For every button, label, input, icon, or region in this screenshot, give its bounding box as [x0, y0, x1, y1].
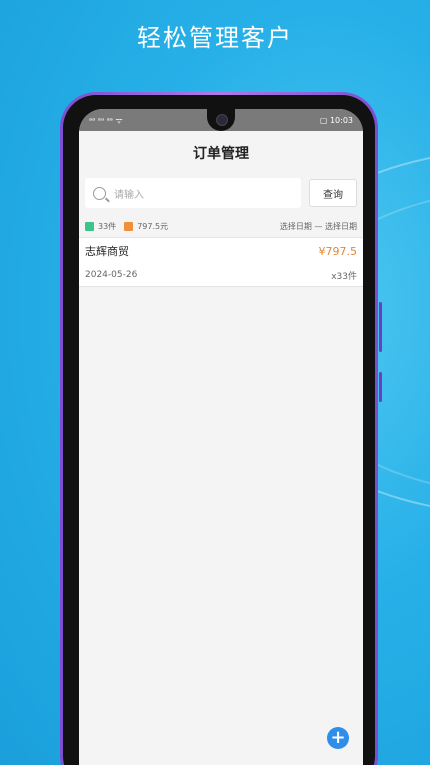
search-row: 请输入 查询: [79, 175, 363, 211]
date-range: 选择日期 — 选择日期: [280, 221, 357, 232]
status-left: ᵃᵃ ᵃᵃ ᵃᵃ ᯤ: [89, 115, 123, 125]
order-quantity: x33件: [331, 271, 357, 282]
amount-icon: [124, 221, 134, 231]
count-icon: [85, 221, 94, 231]
date-start-picker[interactable]: 选择日期: [280, 222, 312, 231]
stats-summary: 33件 797.5元: [85, 221, 168, 232]
phone-frame: ᵃᵃ ᵃᵃ ᵃᵃ ᯤ ▢ 10:03 订单管理 请输入 查询 33件 797.5…: [60, 92, 382, 765]
add-order-button[interactable]: +: [327, 727, 349, 749]
search-icon: [93, 186, 106, 200]
order-customer: 志辉商贸: [85, 245, 129, 258]
query-button[interactable]: 查询: [309, 179, 357, 207]
date-end-picker[interactable]: 选择日期: [325, 222, 357, 231]
phone-bezel: ᵃᵃ ᵃᵃ ᵃᵃ ᯤ ▢ 10:03 订单管理 请输入 查询 33件 797.5…: [63, 95, 375, 765]
date-separator: —: [314, 221, 323, 231]
add-icon: +: [330, 727, 346, 748]
promo-headline: 轻松管理客户: [137, 24, 293, 52]
stats-bar: 33件 797.5元 选择日期 — 选择日期: [79, 215, 363, 238]
order-row[interactable]: 志辉商贸 ¥797.5 2024-05-26 x33件: [79, 238, 363, 287]
search-input[interactable]: 请输入: [85, 178, 301, 208]
system-nav-bar: [79, 759, 363, 765]
stats-amount: 797.5元: [137, 221, 169, 231]
power-button: [379, 372, 382, 402]
camera-icon: [216, 114, 228, 126]
order-date: 2024-05-26: [85, 270, 138, 280]
page-title: 订单管理: [79, 131, 363, 175]
status-right: ▢ 10:03: [319, 115, 353, 125]
search-placeholder: 请输入: [114, 189, 144, 201]
volume-button: [379, 302, 382, 352]
app-screen: ᵃᵃ ᵃᵃ ᵃᵃ ᯤ ▢ 10:03 订单管理 请输入 查询 33件 797.5…: [79, 109, 363, 765]
order-price: ¥797.5: [318, 244, 358, 258]
promo-background: 轻松管理客户 ᵃᵃ ᵃᵃ ᵃᵃ ᯤ ▢ 10:03 订单管理 请输入 查询 33…: [0, 0, 430, 765]
stats-count: 33件: [98, 221, 117, 231]
